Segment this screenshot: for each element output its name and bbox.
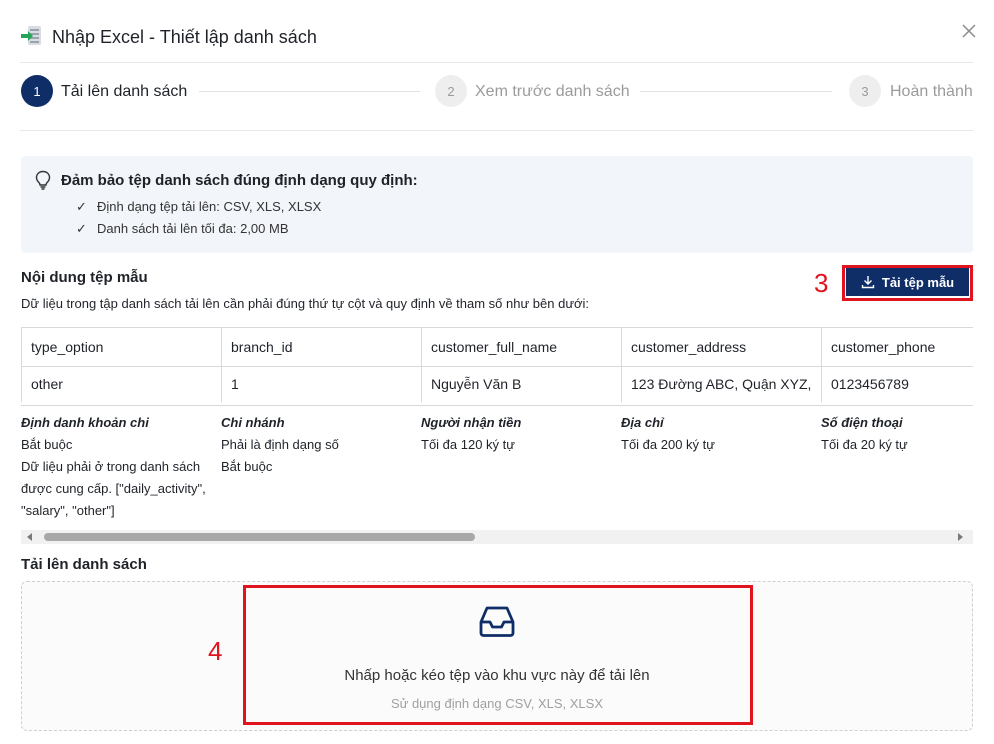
check-icon: ✓ — [76, 199, 87, 214]
column-description-line: Phải là định dạng số — [221, 437, 339, 452]
step-connector — [640, 91, 832, 92]
table-cell: Nguyễn Văn B — [421, 365, 622, 402]
table-header-row: type_option branch_id customer_full_name… — [21, 328, 973, 367]
close-button[interactable] — [958, 20, 980, 42]
download-icon — [861, 276, 875, 289]
info-format-line: Định dạng tệp tải lên: CSV, XLS, XLSX — [97, 199, 322, 214]
steps-divider — [20, 130, 973, 131]
column-description-line: Tối đa 120 ký tự — [421, 437, 515, 452]
step-1-number: 1 — [21, 75, 53, 107]
column-description-line: Bắt buộc — [21, 437, 73, 452]
column-description-line: Dữ liệu phải ở trong danh sách — [21, 459, 201, 474]
table-row: other 1 Nguyễn Văn B 123 Đường ABC, Quận… — [21, 365, 973, 402]
step-1-label: Tải lên danh sách — [61, 83, 188, 100]
table-header-cell: customer_phone — [821, 328, 973, 367]
table-cell: other — [21, 365, 222, 402]
close-icon — [962, 24, 976, 38]
check-icon: ✓ — [76, 221, 87, 236]
table-header-cell: branch_id — [221, 328, 422, 367]
column-description-heading: Định danh khoản chi — [21, 415, 149, 430]
excel-import-icon — [20, 24, 44, 48]
column-description: Địa chỉ Tối đa 200 ký tự — [621, 412, 817, 456]
column-description-line: Tối đa 200 ký tự — [621, 437, 715, 452]
column-description: Số điện thoại Tối đa 20 ký tự — [821, 412, 973, 456]
table-cell: 123 Đường ABC, Quận XYZ, — [621, 365, 822, 402]
scrollbar-thumb[interactable] — [44, 533, 475, 541]
scroll-right-arrow-icon[interactable] — [958, 533, 963, 541]
column-description-line: Bắt buộc — [221, 459, 273, 474]
column-description: Định danh khoản chi Bắt buộc Dữ liệu phả… — [21, 412, 217, 522]
table-header-cell: customer_full_name — [421, 328, 622, 367]
info-title: Đảm bảo tệp danh sách đúng định dạng quy… — [61, 172, 418, 189]
annotation-marker-3: 3 — [814, 268, 829, 298]
header-divider — [20, 62, 973, 63]
column-description-heading: Số điện thoại — [821, 415, 903, 430]
step-3-number: 3 — [849, 75, 881, 107]
column-description-heading: Người nhận tiền — [421, 415, 522, 430]
table-cell: 1 — [221, 365, 422, 402]
column-description-line: "salary", "other"] — [21, 503, 115, 518]
step-connector — [199, 91, 420, 92]
column-description: Người nhận tiền Tối đa 120 ký tự — [421, 412, 617, 456]
info-size-line: Danh sách tải lên tối đa: 2,00 MB — [97, 221, 289, 236]
annotation-marker-4: 4 — [208, 636, 223, 666]
column-description-line: Tối đa 20 ký tự — [821, 437, 908, 452]
column-description: Chi nhánh Phải là định dạng số Bắt buộc — [221, 412, 417, 478]
column-description-line: được cung cấp. ["daily_activity", — [21, 481, 206, 496]
inbox-icon — [478, 602, 516, 640]
scroll-left-arrow-icon[interactable] — [27, 533, 32, 541]
column-description-heading: Địa chỉ — [621, 415, 664, 430]
step-3-label: Hoàn thành — [890, 83, 973, 100]
download-template-button[interactable]: Tải tệp mẫu — [846, 268, 969, 296]
lightbulb-icon — [34, 170, 52, 190]
step-2-number: 2 — [435, 75, 467, 107]
step-2-label: Xem trước danh sách — [475, 83, 630, 100]
download-template-label: Tải tệp mẫu — [881, 274, 955, 290]
sample-table-container[interactable]: type_option branch_id customer_full_name… — [21, 327, 973, 406]
table-cell: 0123456789 — [821, 365, 973, 402]
dialog-title: Nhập Excel - Thiết lập danh sách — [52, 27, 317, 47]
upload-section-title: Tải lên danh sách — [21, 556, 147, 573]
sample-table: type_option branch_id customer_full_name… — [21, 328, 973, 402]
sample-section-description: Dữ liệu trong tập danh sách tải lên cần … — [21, 296, 590, 311]
upload-hint: Nhấp hoặc kéo tệp vào khu vực này để tải… — [344, 667, 650, 684]
upload-formats: Sử dụng định dạng CSV, XLS, XLSX — [390, 696, 604, 711]
sample-section-title: Nội dung tệp mẫu — [21, 269, 148, 286]
table-header-cell: type_option — [21, 328, 222, 367]
column-description-heading: Chi nhánh — [221, 415, 285, 430]
table-header-cell: customer_address — [621, 328, 822, 367]
